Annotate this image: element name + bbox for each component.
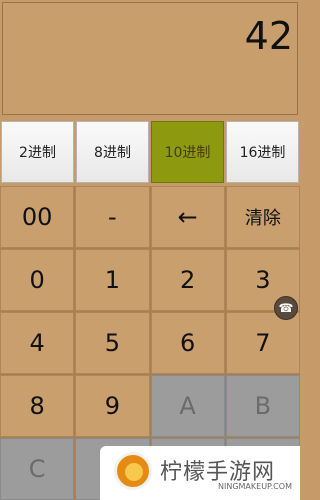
key-a[interactable]: A xyxy=(150,375,225,437)
base-selector: 2进制 8进制 10进制 16进制 xyxy=(0,121,300,183)
display-value: 42 xyxy=(244,14,293,58)
key-4[interactable]: 4 xyxy=(0,312,75,374)
key-9[interactable]: 9 xyxy=(75,375,150,437)
key-8[interactable]: 8 xyxy=(0,375,75,437)
phone-icon[interactable]: ☎ xyxy=(274,296,298,320)
watermark-subtitle: NINGMAKEUP.COM xyxy=(218,482,292,491)
key-minus[interactable]: - xyxy=(75,186,150,248)
key-6[interactable]: 6 xyxy=(150,312,225,374)
watermark-logo-icon xyxy=(114,452,152,490)
key-backspace[interactable]: ← xyxy=(150,186,225,248)
key-00[interactable]: 00 xyxy=(0,186,75,248)
key-b[interactable]: B xyxy=(225,375,300,437)
base-10-button[interactable]: 10进制 xyxy=(151,121,224,183)
key-1[interactable]: 1 xyxy=(75,249,150,311)
watermark: 柠檬手游网 NINGMAKEUP.COM xyxy=(100,446,300,500)
key-c[interactable]: C xyxy=(0,438,75,500)
base-16-button[interactable]: 16进制 xyxy=(226,121,299,183)
key-clear[interactable]: 清除 xyxy=(225,186,300,248)
base-8-button[interactable]: 8进制 xyxy=(76,121,149,183)
result-display: 42 xyxy=(2,2,298,115)
key-5[interactable]: 5 xyxy=(75,312,150,374)
key-7[interactable]: 7 xyxy=(225,312,300,374)
key-2[interactable]: 2 xyxy=(150,249,225,311)
base-2-button[interactable]: 2进制 xyxy=(1,121,74,183)
key-0[interactable]: 0 xyxy=(0,249,75,311)
